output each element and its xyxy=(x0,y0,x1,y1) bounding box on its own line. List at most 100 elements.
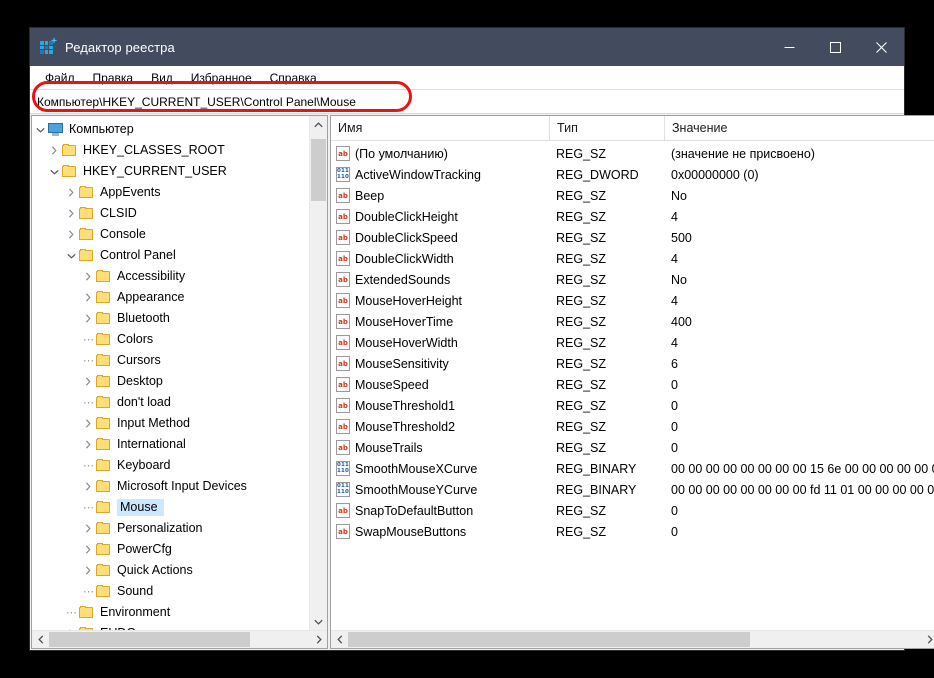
tree-item-keyboard[interactable]: ⋯ Keyboard xyxy=(32,455,309,476)
tree-item-console[interactable]: Console xyxy=(32,224,309,245)
menu-item-help[interactable]: Справка xyxy=(261,69,326,87)
tree-item-mouse[interactable]: ⋯ Mouse xyxy=(32,497,309,518)
value-type-cell: REG_SZ xyxy=(556,524,607,539)
values-row[interactable]: ab MouseHoverHeight REG_SZ 4 xyxy=(331,290,934,311)
values-row[interactable]: ab (По умолчанию) REG_SZ (значение не присв… xyxy=(331,143,934,164)
tree-item-hkey-current-user[interactable]: HKEY_CURRENT_USER xyxy=(32,161,309,182)
tree-item-[interactable]: Компьютер xyxy=(32,119,309,140)
chevron-left-icon[interactable] xyxy=(331,631,348,648)
values-horizontal-scrollbar[interactable] xyxy=(331,630,934,648)
minimize-icon[interactable] xyxy=(766,28,812,66)
chevron-right-icon[interactable] xyxy=(80,314,96,323)
chevron-right-icon[interactable] xyxy=(63,230,79,239)
values-column-headers: Имя Тип Значение xyxy=(331,116,934,141)
menu-item-file[interactable]: Файл xyxy=(36,69,84,87)
value-name-cell: ab MouseThreshold1 xyxy=(331,395,549,416)
values-row[interactable]: 011 110 SmoothMouseXCurve REG_BINARY 00 00 0… xyxy=(331,458,934,479)
value-name-text: DoubleClickWidth xyxy=(355,251,454,266)
values-row[interactable]: ab MouseThreshold1 REG_SZ 0 xyxy=(331,395,934,416)
chevron-right-icon[interactable] xyxy=(46,146,62,155)
column-header-name[interactable]: Имя xyxy=(331,116,549,140)
close-icon[interactable] xyxy=(858,28,904,66)
values-row[interactable]: ab MouseHoverTime REG_SZ 400 xyxy=(331,311,934,332)
tree-item-sound[interactable]: ⋯ Sound xyxy=(32,581,309,602)
chevron-right-icon[interactable] xyxy=(80,272,96,281)
values-scroll-region: ab (По умолчанию) REG_SZ (значение не присв… xyxy=(331,141,934,630)
column-header-value[interactable]: Значение xyxy=(664,116,934,140)
tree-item-environment[interactable]: ⋯ Environment xyxy=(32,602,309,623)
values-row[interactable]: ab DoubleClickWidth REG_SZ 4 xyxy=(331,248,934,269)
chevron-right-icon[interactable] xyxy=(63,629,79,630)
values-row[interactable]: 011 110 SmoothMouseYCurve REG_BINARY 00 00 0… xyxy=(331,479,934,500)
string-value-icon: ab xyxy=(336,188,350,203)
chevron-down-icon[interactable] xyxy=(32,127,48,133)
tree-scroll-thumb[interactable] xyxy=(311,139,326,201)
value-data-cell: 4 xyxy=(671,251,678,266)
chevron-right-icon[interactable] xyxy=(80,482,96,491)
tree-item-control-panel[interactable]: Control Panel xyxy=(32,245,309,266)
tree-item-desktop[interactable]: Desktop xyxy=(32,371,309,392)
values-row[interactable]: ab DoubleClickSpeed REG_SZ 500 xyxy=(331,227,934,248)
address-bar[interactable]: Компьютер\HKEY_CURRENT_USER\Control Pane… xyxy=(30,89,904,114)
chevron-right-icon[interactable] xyxy=(310,631,327,648)
menu-item-edit[interactable]: Правка xyxy=(84,69,143,87)
chevron-right-icon[interactable] xyxy=(80,377,96,386)
chevron-left-icon[interactable] xyxy=(32,631,49,648)
tree-item-microsoft-input-devices[interactable]: Microsoft Input Devices xyxy=(32,476,309,497)
value-name-text: DoubleClickSpeed xyxy=(355,230,458,245)
tree-item-appearance[interactable]: Appearance xyxy=(32,287,309,308)
tree-item-powercfg[interactable]: PowerCfg xyxy=(32,539,309,560)
chevron-right-icon[interactable] xyxy=(80,524,96,533)
values-row[interactable]: ab SnapToDefaultButton REG_SZ 0 xyxy=(331,500,934,521)
tree-item-colors[interactable]: ⋯ Colors xyxy=(32,329,309,350)
values-row[interactable]: ab MouseSpeed REG_SZ 0 xyxy=(331,374,934,395)
chevron-right-icon[interactable] xyxy=(80,440,96,449)
chevron-down-icon[interactable] xyxy=(46,169,62,175)
chevron-right-icon[interactable] xyxy=(63,188,79,197)
chevron-down-icon[interactable] xyxy=(310,613,327,630)
menu-item-favorites[interactable]: Избранное xyxy=(182,69,261,87)
chevron-right-icon[interactable] xyxy=(922,631,934,648)
tree-scroll-track[interactable] xyxy=(310,133,327,613)
tree-hscroll-thumb[interactable] xyxy=(49,632,250,647)
tree-item-accessibility[interactable]: Accessibility xyxy=(32,266,309,287)
computer-icon xyxy=(48,122,64,137)
registry-editor-icon: + xyxy=(40,37,57,55)
chevron-right-icon[interactable] xyxy=(80,293,96,302)
chevron-right-icon[interactable] xyxy=(80,545,96,554)
tree-item-appevents[interactable]: AppEvents xyxy=(32,182,309,203)
tree-item-bluetooth[interactable]: Bluetooth xyxy=(32,308,309,329)
values-hscroll-thumb[interactable] xyxy=(348,632,750,647)
tree-item-don-t-load[interactable]: ⋯ don't load xyxy=(32,392,309,413)
values-row[interactable]: 011 110 ActiveWindowTracking REG_DWORD 0x000… xyxy=(331,164,934,185)
values-row[interactable]: ab MouseTrails REG_SZ 0 xyxy=(331,437,934,458)
tree-item-hkey-classes-root[interactable]: HKEY_CLASSES_ROOT xyxy=(32,140,309,161)
chevron-up-icon[interactable] xyxy=(310,116,327,133)
tree-item-input-method[interactable]: Input Method xyxy=(32,413,309,434)
tree-horizontal-scrollbar[interactable] xyxy=(32,630,327,648)
values-row[interactable]: ab ExtendedSounds REG_SZ No xyxy=(331,269,934,290)
tree-item-eudc[interactable]: EUDC xyxy=(32,623,309,630)
tree-item-quick-actions[interactable]: Quick Actions xyxy=(32,560,309,581)
tree-vertical-scrollbar[interactable] xyxy=(309,116,327,630)
chevron-right-icon[interactable] xyxy=(80,566,96,575)
tree-item-personalization[interactable]: Personalization xyxy=(32,518,309,539)
values-row[interactable]: ab DoubleClickHeight REG_SZ 4 xyxy=(331,206,934,227)
chevron-down-icon[interactable] xyxy=(63,253,79,259)
values-row[interactable]: ab MouseThreshold2 REG_SZ 0 xyxy=(331,416,934,437)
values-row[interactable]: ab SwapMouseButtons REG_SZ 0 xyxy=(331,521,934,542)
values-row[interactable]: ab MouseSensitivity REG_SZ 6 xyxy=(331,353,934,374)
chevron-right-icon[interactable] xyxy=(63,209,79,218)
values-row[interactable]: ab MouseHoverWidth REG_SZ 4 xyxy=(331,332,934,353)
maximize-icon[interactable] xyxy=(812,28,858,66)
tree-hscroll-track[interactable] xyxy=(49,631,310,648)
values-row[interactable]: ab Beep REG_SZ No xyxy=(331,185,934,206)
tree-item-label: Accessibility xyxy=(117,269,186,283)
tree-item-cursors[interactable]: ⋯ Cursors xyxy=(32,350,309,371)
column-header-type[interactable]: Тип xyxy=(549,116,664,140)
tree-item-clsid[interactable]: CLSID xyxy=(32,203,309,224)
chevron-right-icon[interactable] xyxy=(80,419,96,428)
tree-item-international[interactable]: International xyxy=(32,434,309,455)
menu-item-view[interactable]: Вид xyxy=(142,69,182,87)
values-hscroll-track[interactable] xyxy=(348,631,922,648)
